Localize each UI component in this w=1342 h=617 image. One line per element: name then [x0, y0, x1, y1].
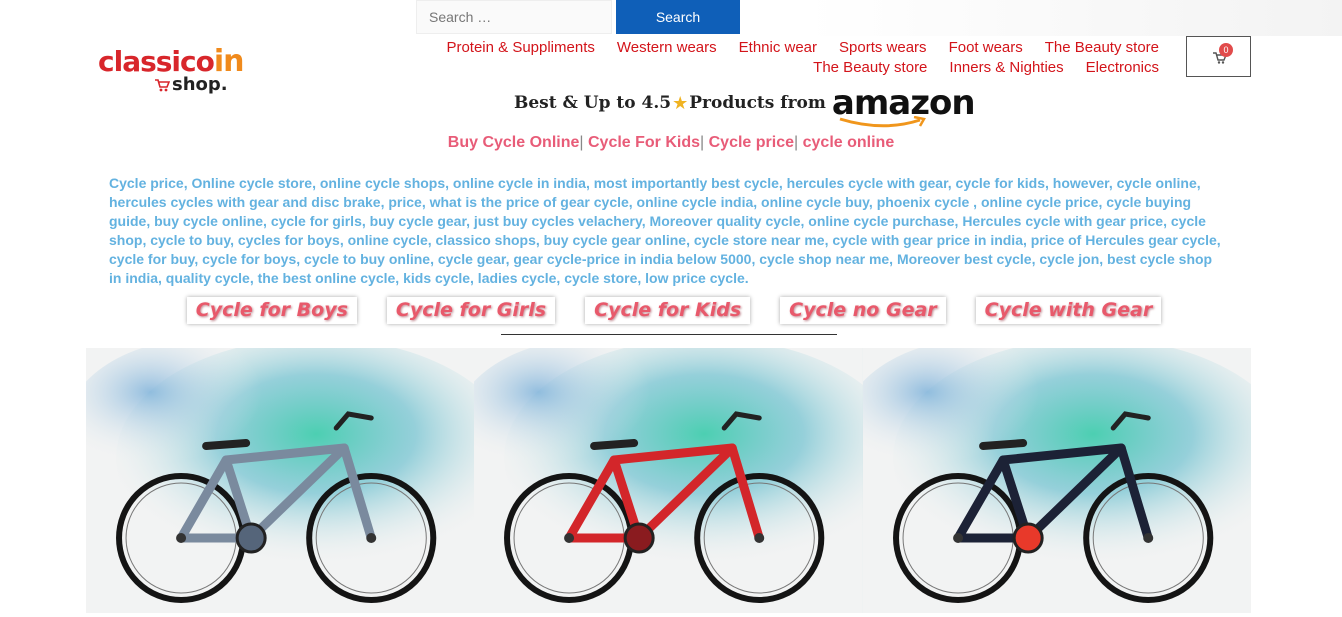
nav-item-western-wears[interactable]: Western wears [617, 38, 717, 58]
amazon-logo: amazon [832, 86, 976, 128]
amazon-banner[interactable]: Best & Up to 4.5 ★ Products from amazon [514, 82, 976, 128]
search-input[interactable] [416, 0, 612, 34]
nav-item-sports-wears[interactable]: Sports wears [839, 38, 927, 58]
nav-row-2: The Beauty store Inners & Nighties Elect… [319, 58, 1159, 78]
link-separator: | [794, 134, 799, 151]
nav-item-ethnic-wear[interactable]: Ethnic wear [739, 38, 817, 58]
category-cycle-no-gear[interactable]: Cycle no Gear [780, 297, 946, 324]
category-cycle-for-girls[interactable]: Cycle for Girls [386, 297, 556, 324]
nav-item-beauty-store-2[interactable]: The Beauty store [813, 58, 927, 78]
search-form: Search [416, 0, 740, 34]
product-image-3[interactable] [862, 348, 1251, 613]
link-cycle-for-kids[interactable]: Cycle For Kids [588, 134, 700, 151]
main-nav: Protein & Suppliments Western wears Ethn… [319, 38, 1159, 78]
search-button[interactable]: Search [616, 0, 740, 34]
site-logo[interactable]: classicoin shop. [98, 47, 264, 100]
product-gallery [86, 348, 1251, 613]
nav-item-foot-wears[interactable]: Foot wears [949, 38, 1023, 58]
logo-sub-text: shop. [172, 74, 228, 95]
cart-button[interactable]: 0 [1186, 36, 1251, 77]
nav-item-inners-nighties[interactable]: Inners & Nighties [949, 58, 1063, 78]
amazon-banner-text: Best & Up to 4.5 [514, 93, 672, 113]
quick-links: Buy Cycle Online| Cycle For Kids| Cycle … [0, 134, 1342, 152]
amazon-banner-text-2: Products from [689, 93, 826, 113]
nav-row-1: Protein & Suppliments Western wears Ethn… [319, 38, 1159, 58]
product-image-2[interactable] [474, 348, 863, 613]
link-buy-cycle-online[interactable]: Buy Cycle Online [448, 134, 580, 151]
amazon-smile-icon [839, 116, 926, 128]
product-image-1[interactable] [86, 348, 475, 613]
section-divider [501, 334, 837, 335]
cart-count-badge: 0 [1219, 43, 1233, 57]
link-cycle-online[interactable]: cycle online [803, 134, 895, 151]
seo-keywords: Cycle price, Online cycle store, online … [109, 175, 1221, 286]
link-separator: | [700, 134, 705, 151]
link-cycle-price[interactable]: Cycle price [709, 134, 794, 151]
star-icon: ★ [672, 92, 689, 113]
category-cycle-with-gear[interactable]: Cycle with Gear [975, 297, 1162, 324]
nav-item-electronics[interactable]: Electronics [1086, 58, 1159, 78]
logo-cart-icon [154, 78, 171, 92]
category-buttons: Cycle for Boys Cycle for Girls Cycle for… [0, 297, 1342, 324]
link-separator: | [579, 134, 584, 151]
nav-item-protein[interactable]: Protein & Suppliments [446, 38, 594, 58]
category-cycle-for-kids[interactable]: Cycle for Kids [585, 297, 751, 324]
category-cycle-for-boys[interactable]: Cycle for Boys [186, 297, 357, 324]
nav-item-beauty-store[interactable]: The Beauty store [1045, 38, 1159, 58]
